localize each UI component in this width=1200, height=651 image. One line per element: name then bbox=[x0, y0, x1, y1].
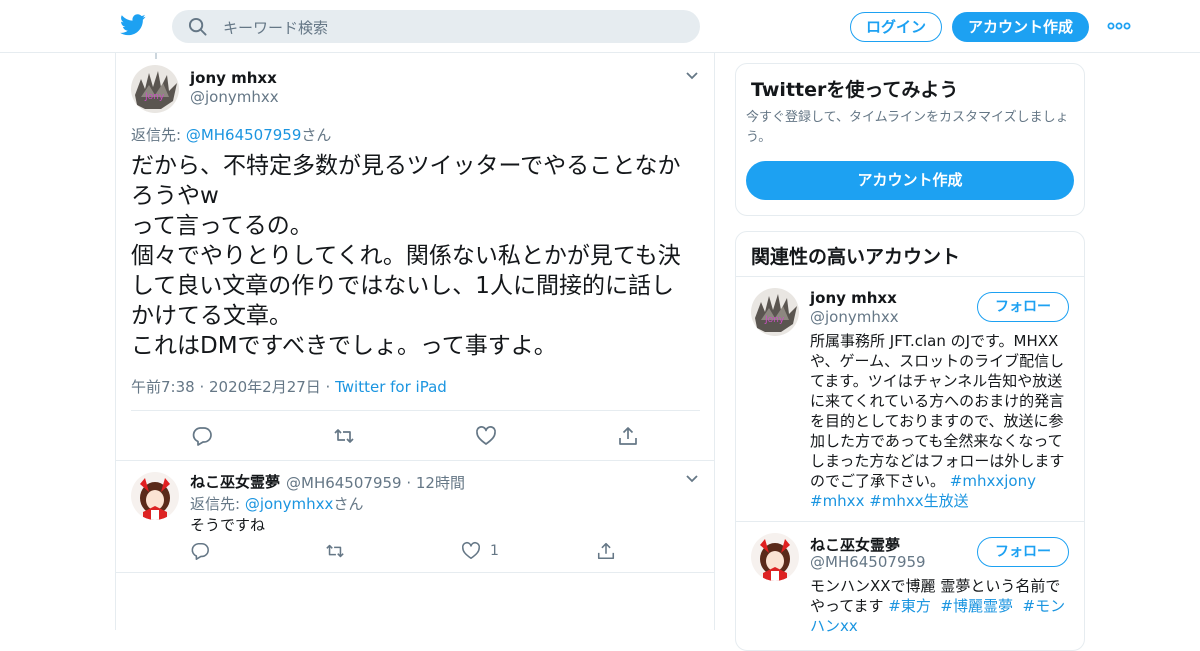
tweet-metadata: 午前7:38 · 2020年2月27日 · Twitter for iPad bbox=[131, 376, 447, 397]
avatar-reimu-image bbox=[751, 533, 799, 581]
tweet-source-link[interactable]: Twitter for iPad bbox=[335, 378, 447, 396]
svg-text:Jony: Jony bbox=[144, 92, 165, 102]
reply-text: そうですね bbox=[190, 516, 266, 534]
related-accounts-card: 関連性の高いアカウント Jony jony mhxx @jonymhxx フォロ… bbox=[735, 231, 1085, 651]
like-icon[interactable] bbox=[461, 541, 481, 561]
divider bbox=[116, 572, 714, 573]
reply-prefix: 返信先: bbox=[190, 495, 245, 513]
login-button[interactable]: ログイン bbox=[850, 12, 942, 42]
tweet-text: だから、不特定多数が見るツイッターでやることなか ろうやw って言ってるの。 個… bbox=[131, 153, 681, 359]
account-bio: 所属事務所 JFT.clan のJです。MHXXや、ゲーム、スロットのライブ配信… bbox=[810, 331, 1072, 511]
reply-icon[interactable] bbox=[191, 425, 213, 447]
reply-context: 返信先: @jonymhxxさん bbox=[190, 493, 363, 514]
like-icon[interactable] bbox=[475, 425, 497, 447]
reply-context: 返信先: @MH64507959さん bbox=[131, 124, 331, 145]
tweet-author-name[interactable]: jony mhxx bbox=[190, 69, 277, 87]
search-placeholder: キーワード検索 bbox=[223, 19, 329, 37]
tweet-timestamp[interactable]: 午前7:38 · 2020年2月27日 · bbox=[131, 378, 335, 396]
signup-card-subtitle: 今すぐ登録して、タイムラインをカスタマイズしましょう。 bbox=[746, 110, 1069, 145]
signup-card-button[interactable]: アカウント作成 bbox=[746, 161, 1074, 200]
signup-button[interactable]: アカウント作成 bbox=[952, 12, 1089, 42]
hashtag-link[interactable]: #mhxxjony bbox=[950, 472, 1036, 490]
reply-handle-link[interactable]: @MH64507959 bbox=[186, 126, 302, 144]
divider bbox=[116, 460, 714, 461]
avatar[interactable] bbox=[131, 472, 179, 520]
account-handle[interactable]: @MH64507959 bbox=[810, 553, 926, 571]
search-icon bbox=[188, 17, 207, 36]
avatar[interactable]: Jony bbox=[131, 65, 179, 113]
reply-icon[interactable] bbox=[190, 541, 210, 561]
account-name[interactable]: ねこ巫女霊夢 bbox=[810, 534, 900, 555]
hashtag-link[interactable]: #東方 bbox=[888, 597, 931, 615]
thread-connector bbox=[155, 53, 157, 59]
account-name[interactable]: jony mhxx bbox=[810, 289, 897, 307]
reply-time[interactable]: · 12時間 bbox=[402, 474, 465, 492]
avatar-jony-image: Jony bbox=[751, 288, 799, 336]
share-icon[interactable] bbox=[596, 541, 616, 561]
avatar[interactable]: Jony bbox=[751, 288, 799, 336]
avatar[interactable] bbox=[751, 533, 799, 581]
related-card-title: 関連性の高いアカウント bbox=[751, 246, 961, 268]
search-input[interactable]: キーワード検索 bbox=[172, 10, 700, 43]
follow-button[interactable]: フォロー bbox=[977, 292, 1069, 322]
reply-suffix: さん bbox=[301, 126, 332, 144]
account-bio-text: 所属事務所 JFT.clan のJです。MHXXや、ゲーム、スロットのライブ配信… bbox=[810, 332, 1065, 490]
divider bbox=[736, 521, 1084, 522]
reply-author-handle: @MH64507959 · 12時間 bbox=[286, 472, 465, 493]
signup-card-title: Twitterを使ってみよう bbox=[751, 79, 959, 101]
follow-button[interactable]: フォロー bbox=[977, 537, 1069, 567]
top-header: キーワード検索 ログイン アカウント作成 bbox=[0, 0, 1200, 53]
avatar-jony-image: Jony bbox=[131, 65, 179, 113]
retweet-icon[interactable] bbox=[333, 425, 355, 447]
hashtag-link[interactable]: #mhxx生放送 bbox=[869, 492, 968, 510]
svg-text:Jony: Jony bbox=[764, 315, 785, 325]
main-timeline: Jony jony mhxx @jonymhxx 返信先: @MH6450795… bbox=[115, 53, 715, 630]
more-options-icon[interactable] bbox=[1106, 18, 1132, 34]
reply-author-name[interactable]: ねこ巫女霊夢 bbox=[190, 471, 280, 492]
tweet-author-handle[interactable]: @jonymhxx bbox=[190, 88, 279, 106]
divider bbox=[736, 276, 1084, 277]
divider bbox=[131, 410, 700, 411]
account-handle[interactable]: @jonymhxx bbox=[810, 308, 899, 326]
reply-prefix: 返信先: bbox=[131, 126, 186, 144]
reply-handle-link[interactable]: @jonymhxx bbox=[245, 495, 334, 513]
retweet-icon[interactable] bbox=[325, 541, 345, 561]
like-count: 1 bbox=[490, 543, 499, 559]
account-bio: モンハンXXで博麗 霊夢という名前でやってます #東方 #博麗霊夢 #モンハンx… bbox=[810, 576, 1072, 636]
hashtag-link[interactable]: #博麗霊夢 bbox=[940, 597, 1013, 615]
chevron-down-icon[interactable] bbox=[685, 474, 699, 484]
reply-handle-text[interactable]: @MH64507959 bbox=[286, 474, 402, 492]
signup-card: Twitterを使ってみよう 今すぐ登録して、タイムラインをカスタマイズしましょ… bbox=[735, 63, 1085, 216]
avatar-reimu-image bbox=[131, 472, 179, 520]
share-icon[interactable] bbox=[617, 425, 639, 447]
hashtag-link[interactable]: #mhxx bbox=[810, 492, 864, 510]
twitter-bird-icon[interactable] bbox=[120, 14, 146, 36]
chevron-down-icon[interactable] bbox=[685, 71, 699, 81]
reply-suffix: さん bbox=[333, 495, 364, 513]
